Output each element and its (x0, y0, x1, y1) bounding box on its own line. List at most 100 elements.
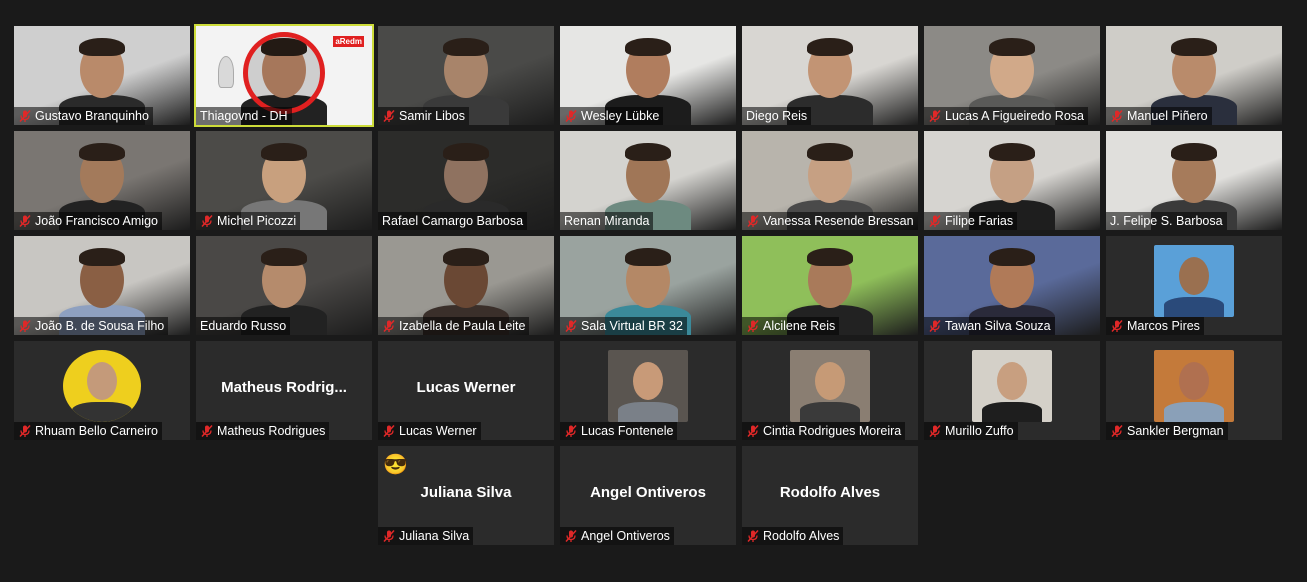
participant-hair (443, 248, 489, 266)
participant-tile[interactable]: Gustavo Branquinho (14, 26, 190, 125)
profile-face (997, 362, 1027, 400)
muted-mic-icon (382, 529, 396, 543)
muted-mic-icon (1110, 319, 1124, 333)
participant-tile[interactable]: Vanessa Resende Bressan (742, 131, 918, 230)
participant-name: Renan Miranda (564, 214, 650, 228)
profile-body (800, 402, 860, 422)
participant-name-tag: Vanessa Resende Bressan (742, 212, 918, 230)
participant-name-tag: Matheus Rodrigues (196, 422, 330, 440)
participant-name: Samir Libos (399, 109, 465, 123)
muted-mic-icon (746, 529, 760, 543)
participant-hair (1171, 143, 1217, 161)
participant-tile[interactable]: aRedm Thiagovnd - DH (194, 24, 374, 127)
participant-hair (989, 248, 1035, 266)
profile-picture (1154, 350, 1234, 422)
participant-tile[interactable]: João B. de Sousa Filho (14, 236, 190, 335)
muted-mic-icon (928, 214, 942, 228)
participant-tile[interactable]: Filipe Farias (924, 131, 1100, 230)
participant-name: Manuel Piñero (1127, 109, 1208, 123)
participant-name: Murillo Zuffo (945, 424, 1014, 438)
profile-body (1164, 297, 1224, 317)
participant-tile[interactable]: Rafael Camargo Barbosa (378, 131, 554, 230)
participant-tile[interactable]: Sankler Bergman (1106, 341, 1282, 440)
participant-name: Filipe Farias (945, 214, 1014, 228)
participant-hair (443, 38, 489, 56)
profile-picture (1154, 245, 1234, 317)
profile-body (982, 402, 1042, 422)
participant-name: Sankler Bergman (1127, 424, 1224, 438)
participant-hair (807, 248, 853, 266)
participant-tile[interactable]: Tawan Silva Souza (924, 236, 1100, 335)
participant-tile[interactable]: Samir Libos (378, 26, 554, 125)
participant-tile[interactable]: J. Felipe S. Barbosa (1106, 131, 1282, 230)
muted-mic-icon (746, 214, 760, 228)
participant-name-tag: Filipe Farias (924, 212, 1018, 230)
participant-tile[interactable]: Cintia Rodrigues Moreira (742, 341, 918, 440)
participant-tile[interactable]: Matheus Rodrig... Matheus Rodrigues (196, 341, 372, 440)
participant-tile[interactable]: Lucas A Figueiredo Rosa (924, 26, 1100, 125)
participant-name: Gustavo Branquinho (35, 109, 149, 123)
participant-tile[interactable]: Eduardo Russo (196, 236, 372, 335)
participant-name-tag: Diego Reis (742, 107, 812, 125)
participant-display-name: Rodolfo Alves (779, 484, 881, 501)
participant-name: Lucas Fontenele (581, 424, 674, 438)
participant-name-tag: J. Felipe S. Barbosa (1106, 212, 1227, 230)
participant-name: Angel Ontiveros (581, 529, 670, 543)
participant-tile[interactable]: Michel Picozzi (196, 131, 372, 230)
participant-tile[interactable]: Lucas Fontenele (560, 341, 736, 440)
muted-mic-icon (382, 109, 396, 123)
muted-mic-icon (928, 319, 942, 333)
muted-mic-icon (928, 424, 942, 438)
participant-tile[interactable]: Murillo Zuffo (924, 341, 1100, 440)
profile-body (72, 402, 132, 422)
profile-body (618, 402, 678, 422)
participant-tile[interactable]: Rhuam Bello Carneiro (14, 341, 190, 440)
participant-display-name: Angel Ontiveros (590, 484, 706, 501)
participant-tile[interactable]: Lucas Werner Lucas Werner (378, 341, 554, 440)
muted-mic-icon (382, 319, 396, 333)
participant-tile[interactable]: Juliana Silva 😎 Juliana Silva (378, 446, 554, 545)
participant-tile[interactable]: Wesley Lübke (560, 26, 736, 125)
muted-mic-icon (746, 424, 760, 438)
participant-name-tag: Cintia Rodrigues Moreira (742, 422, 906, 440)
participant-name-tag: Rhuam Bello Carneiro (14, 422, 162, 440)
participant-name-tag: Thiagovnd - DH (196, 107, 292, 125)
profile-face (1179, 362, 1209, 400)
participant-tile[interactable]: Renan Miranda (560, 131, 736, 230)
participant-hair (79, 143, 125, 161)
profile-ring (243, 32, 325, 114)
participant-name-tag: Manuel Piñero (1106, 107, 1212, 125)
participant-name: Lucas Werner (399, 424, 477, 438)
participant-name-tag: Sankler Bergman (1106, 422, 1228, 440)
participant-tile[interactable]: Izabella de Paula Leite (378, 236, 554, 335)
muted-mic-icon (564, 109, 578, 123)
participant-display-name: Lucas Werner (416, 379, 516, 396)
muted-mic-icon (746, 319, 760, 333)
participant-name: Alcilene Reis (763, 319, 836, 333)
participant-name-tag: Marcos Pires (1106, 317, 1204, 335)
participant-tile[interactable]: Alcilene Reis (742, 236, 918, 335)
profile-face (633, 362, 663, 400)
participant-name-tag: Murillo Zuffo (924, 422, 1018, 440)
participant-tile[interactable]: Marcos Pires (1106, 236, 1282, 335)
participant-name-tag: Lucas A Figueiredo Rosa (924, 107, 1088, 125)
participant-tile[interactable]: Diego Reis (742, 26, 918, 125)
profile-picture (63, 350, 141, 422)
participant-name: Juliana Silva (399, 529, 470, 543)
participant-name: Sala Virtual BR 32 (581, 319, 683, 333)
rocket-icon (218, 56, 234, 88)
profile-face (1179, 257, 1209, 295)
participant-tile[interactable]: Manuel Piñero (1106, 26, 1282, 125)
participant-name-tag: João B. de Sousa Filho (14, 317, 169, 335)
participant-name: Rafael Camargo Barbosa (382, 214, 524, 228)
participant-display-name: Matheus Rodrig... (221, 379, 347, 396)
participant-tile[interactable]: Sala Virtual BR 32 (560, 236, 736, 335)
participant-tile[interactable]: Rodolfo Alves Rodolfo Alves (742, 446, 918, 545)
participant-tile[interactable]: Angel Ontiveros Angel Ontiveros (560, 446, 736, 545)
participant-hair (625, 38, 671, 56)
participant-name-tag: Wesley Lübke (560, 107, 664, 125)
participant-name-tag: Tawan Silva Souza (924, 317, 1055, 335)
participant-name: Eduardo Russo (200, 319, 287, 333)
participant-name-tag: Alcilene Reis (742, 317, 840, 335)
participant-tile[interactable]: João Francisco Amigo (14, 131, 190, 230)
